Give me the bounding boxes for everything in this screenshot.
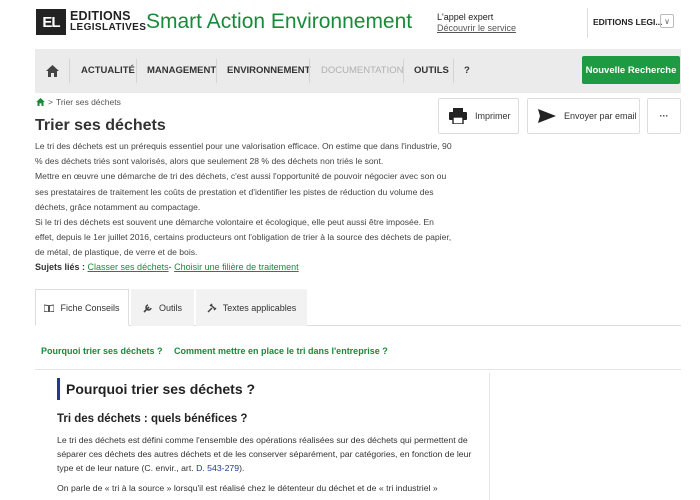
home-icon (45, 65, 59, 77)
printer-icon (449, 108, 467, 124)
expert-label: L'appel expert (437, 12, 494, 22)
logo-line2: LEGISLATIVES (70, 22, 147, 33)
nav-divider (136, 59, 137, 83)
nav-divider (309, 59, 310, 83)
section-title: Pourquoi trier ses déchets ? (66, 381, 256, 397)
home-icon[interactable] (36, 98, 45, 106)
subsection-title: Tri des déchets : quels bénéfices ? (57, 413, 248, 425)
nav-item-documentation: DOCUMENTATION (321, 65, 404, 76)
new-search-button[interactable]: Nouvelle Recherche (582, 56, 680, 84)
anchor-link-pourquoi[interactable]: Pourquoi trier ses déchets ? (41, 346, 163, 356)
print-button[interactable]: Imprimer (438, 98, 519, 134)
related-separator: - (168, 262, 172, 272)
page-title: Trier ses déchets (35, 117, 166, 134)
content-paragraph: On parle de « tri à la source » lorsqu'i… (57, 483, 438, 493)
wrench-icon (143, 303, 152, 313)
legal-ref-link[interactable]: D. 543-279 (196, 463, 239, 473)
nav-divider (453, 59, 454, 83)
book-icon (44, 303, 55, 312)
logo-mark: EL (36, 9, 66, 35)
column-divider (489, 373, 490, 500)
content-text: ). (239, 463, 245, 473)
chevron-down-icon[interactable]: ∨ (660, 14, 674, 28)
related-label: Sujets liés : (35, 262, 86, 272)
nav-divider (403, 59, 404, 83)
send-icon (538, 109, 556, 123)
section-accent-bar (57, 378, 60, 400)
breadcrumb-separator: > (48, 97, 53, 107)
header: EL EDITIONS LEGISLATIVES Smart Action En… (0, 0, 700, 44)
nav-item-management[interactable]: MANAGEMENT (147, 49, 216, 93)
related-link-classer[interactable]: Classer ses déchets (88, 262, 169, 272)
logo-text: EDITIONS LEGISLATIVES (70, 9, 147, 33)
intro-paragraph: Le tri des déchets est un prérequis esse… (35, 141, 452, 167)
more-options-button[interactable]: ··· (647, 98, 681, 134)
account-name[interactable]: EDITIONS LEGI... (593, 17, 662, 27)
related-link-filiere[interactable]: Choisir une filière de traitement (174, 262, 299, 272)
nav-divider (216, 59, 217, 83)
email-label: Envoyer par email (564, 111, 637, 121)
intro-paragraph: Mettre en œuvre une démarche de tri des … (35, 171, 447, 212)
print-label: Imprimer (475, 111, 511, 121)
section-divider (35, 369, 681, 370)
anchor-link-comment[interactable]: Comment mettre en place le tri dans l'en… (174, 346, 388, 356)
nav-item-help[interactable]: ? (464, 49, 470, 93)
breadcrumb: > Trier ses déchets (36, 97, 121, 107)
editions-legislatives-logo[interactable]: EL EDITIONS LEGISLATIVES (36, 9, 146, 35)
expert-discover-link[interactable]: Découvrir le service (437, 23, 516, 34)
content-paragraph: Le tri des déchets est défini comme l'en… (57, 433, 477, 475)
tab-fiche-conseils[interactable]: Fiche Conseils (35, 289, 129, 326)
tab-label: Outils (158, 302, 182, 313)
tab-outils[interactable]: Outils (131, 289, 194, 326)
nav-divider (69, 59, 70, 83)
header-divider (587, 8, 588, 38)
nav-item-actualite[interactable]: ACTUALITÉ (81, 49, 135, 93)
intro-paragraph: Si le tri des déchets est souvent une dé… (35, 217, 452, 258)
email-button[interactable]: Envoyer par email (527, 98, 640, 134)
app-title[interactable]: Smart Action Environnement (146, 10, 412, 34)
home-button[interactable] (35, 49, 69, 93)
tab-textes-applicables[interactable]: Textes applicables (196, 289, 307, 326)
nav-item-outils[interactable]: OUTILS (414, 49, 449, 93)
gavel-icon (207, 302, 217, 313)
tab-label: Textes applicables (222, 302, 297, 313)
tab-label: Fiche Conseils (60, 302, 120, 313)
logo-line1: EDITIONS (70, 9, 131, 23)
breadcrumb-current: Trier ses déchets (55, 97, 121, 107)
intro-text: Le tri des déchets est un prérequis esse… (35, 139, 453, 261)
related-topics: Sujets liés : Classer ses déchets- Chois… (35, 262, 299, 272)
expert-call: L'appel expert Découvrir le service (437, 12, 516, 34)
content-text: Le tri des déchets est défini comme l'en… (57, 435, 472, 473)
nav-item-environnement[interactable]: ENVIRONNEMENT (227, 49, 310, 93)
